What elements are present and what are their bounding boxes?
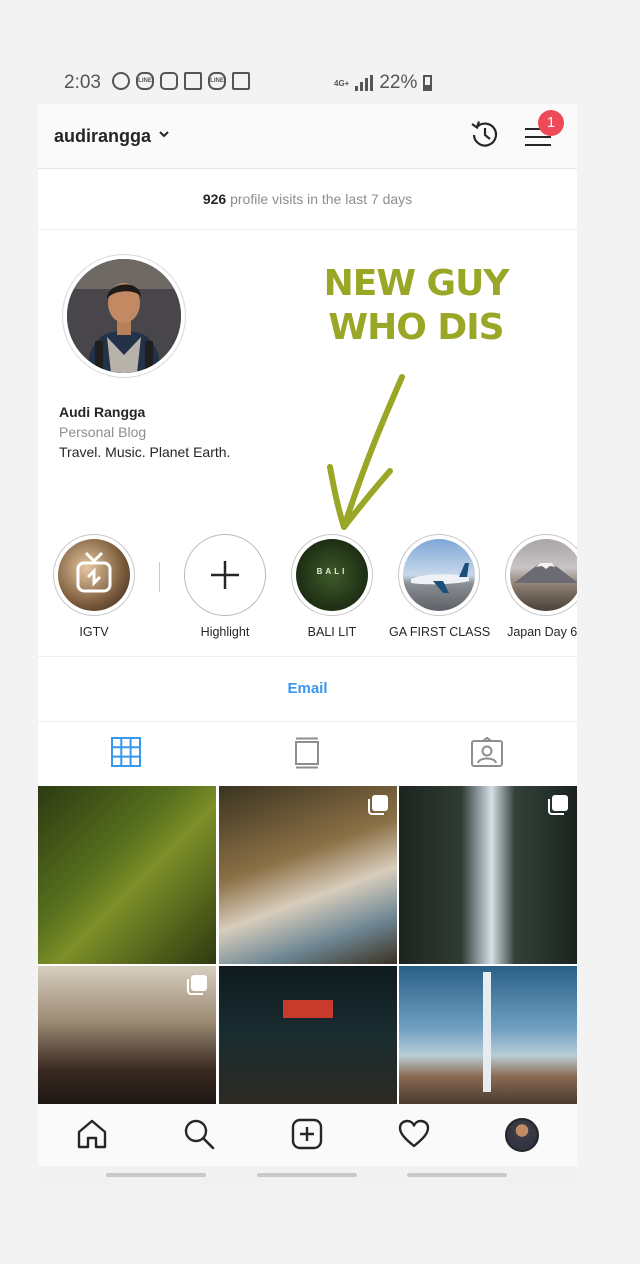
highlight-ring <box>184 534 266 616</box>
signal-icon <box>355 75 374 91</box>
japan-cover <box>510 539 577 611</box>
multiple-photos-icon <box>187 975 207 995</box>
profile-visits-banner[interactable]: 926 profile visits in the last 7 days <box>38 169 577 230</box>
network-type: 4G+ <box>334 78 350 88</box>
avatar-photo <box>67 259 181 373</box>
battery-percent: 22% <box>379 72 418 93</box>
home-icon[interactable] <box>76 1118 108 1150</box>
gesture-handle-right[interactable] <box>407 1173 507 1177</box>
annotation-arrow <box>327 374 405 530</box>
station-sign <box>283 1000 333 1018</box>
grid-photo-skytree[interactable] <box>399 966 577 1104</box>
grid-photo-first-class-meal[interactable] <box>38 966 216 1104</box>
bali-cover-text: BALI <box>316 567 348 576</box>
highlight-ring <box>505 534 577 616</box>
line-icon: LINE <box>136 72 154 90</box>
instagram-icon <box>160 72 178 90</box>
whatsapp-icon <box>112 72 130 90</box>
grid-photo-waterfall[interactable] <box>399 786 577 964</box>
profile-avatar[interactable] <box>62 254 186 378</box>
highlight-ring <box>398 534 480 616</box>
grid-photo-sea-cliff[interactable] <box>219 786 397 964</box>
chevron-down-icon[interactable] <box>158 128 170 140</box>
notification-badge: 1 <box>538 110 564 136</box>
mount-fuji-photo <box>514 563 577 583</box>
igtv-icon <box>76 551 112 593</box>
highlight-ring: BALI <box>291 534 373 616</box>
ga-first-class-cover <box>403 539 475 611</box>
profile-tab-avatar[interactable] <box>505 1118 539 1152</box>
grid-photo-rice-terraces[interactable] <box>38 786 216 964</box>
new-highlight-button[interactable]: Highlight <box>175 534 275 639</box>
bottom-navigation <box>38 1104 577 1166</box>
email-button[interactable]: Email <box>38 656 577 722</box>
multiple-photos-icon <box>548 795 568 815</box>
highlight-ring <box>53 534 135 616</box>
feed-view-icon[interactable] <box>294 737 320 769</box>
gesture-handle-left[interactable] <box>106 1173 206 1177</box>
profile-category: Personal Blog <box>59 424 147 440</box>
tower-shape <box>483 972 491 1092</box>
visits-text: profile visits in the last 7 days <box>230 191 413 207</box>
heart-icon[interactable] <box>398 1118 430 1150</box>
plus-icon <box>211 561 239 589</box>
profile-tabs <box>38 721 577 785</box>
status-right: 4G+ 22% <box>334 72 433 94</box>
status-time: 2:03 <box>64 72 101 93</box>
search-icon[interactable] <box>183 1118 215 1150</box>
tagged-photos-icon[interactable] <box>471 737 503 767</box>
highlight-japan-day-6[interactable]: Japan Day 6 - <box>496 534 577 639</box>
instagram-profile-screen: audirangga 1 926 profile visits in the l… <box>38 104 577 1186</box>
avatar <box>67 259 181 373</box>
gmail-icon <box>232 72 250 90</box>
highlight-label: GA FIRST CLASS <box>389 625 491 639</box>
highlight-label: Japan Day 6 - <box>507 625 577 639</box>
top-bar: audirangga 1 <box>38 104 577 169</box>
notification-icons: LINE LINE <box>112 72 250 90</box>
battery-icon <box>423 75 433 91</box>
bali-lit-cover: BALI <box>296 539 368 611</box>
annotation-text: NEW GUY WHO DIS <box>308 262 524 350</box>
highlight-label: IGTV <box>79 625 109 639</box>
igtv-cover <box>58 539 130 611</box>
profile-name: Audi Rangga <box>59 404 146 420</box>
annotation-line-1: NEW GUY <box>323 263 510 304</box>
highlight-label: Highlight <box>200 625 250 639</box>
photo-grid <box>38 786 577 1104</box>
visits-count: 926 <box>202 191 227 207</box>
airplane-photo <box>411 563 469 593</box>
highlight-ga-first-class[interactable]: GA FIRST CLASS <box>389 534 491 639</box>
multiple-photos-icon <box>368 795 388 815</box>
archive-history-icon[interactable] <box>468 118 502 152</box>
profile-bio: Travel. Music. Planet Earth. <box>59 444 231 460</box>
status-bar: 2:03 LINE LINE 4G+ 22% <box>0 60 640 104</box>
new-post-icon[interactable] <box>291 1118 323 1150</box>
gesture-handle-center[interactable] <box>257 1173 357 1177</box>
grid-view-icon[interactable] <box>111 737 141 767</box>
account-switcher[interactable]: audirangga <box>54 126 151 147</box>
line-icon: LINE <box>208 72 226 90</box>
annotation-line-2: WHO DIS <box>328 307 504 348</box>
system-gesture-bar <box>38 1166 577 1186</box>
mail-open-icon <box>184 72 202 90</box>
highlight-label: BALI LIT <box>307 625 357 639</box>
highlight-igtv[interactable]: IGTV <box>44 534 144 639</box>
highlight-bali-lit[interactable]: BALI BALI LIT <box>282 534 382 639</box>
grid-photo-night-station[interactable] <box>219 966 397 1104</box>
story-highlights: IGTV Highlight BALI BALI LIT GA FIRST CL… <box>38 534 577 644</box>
highlight-divider <box>159 562 160 592</box>
